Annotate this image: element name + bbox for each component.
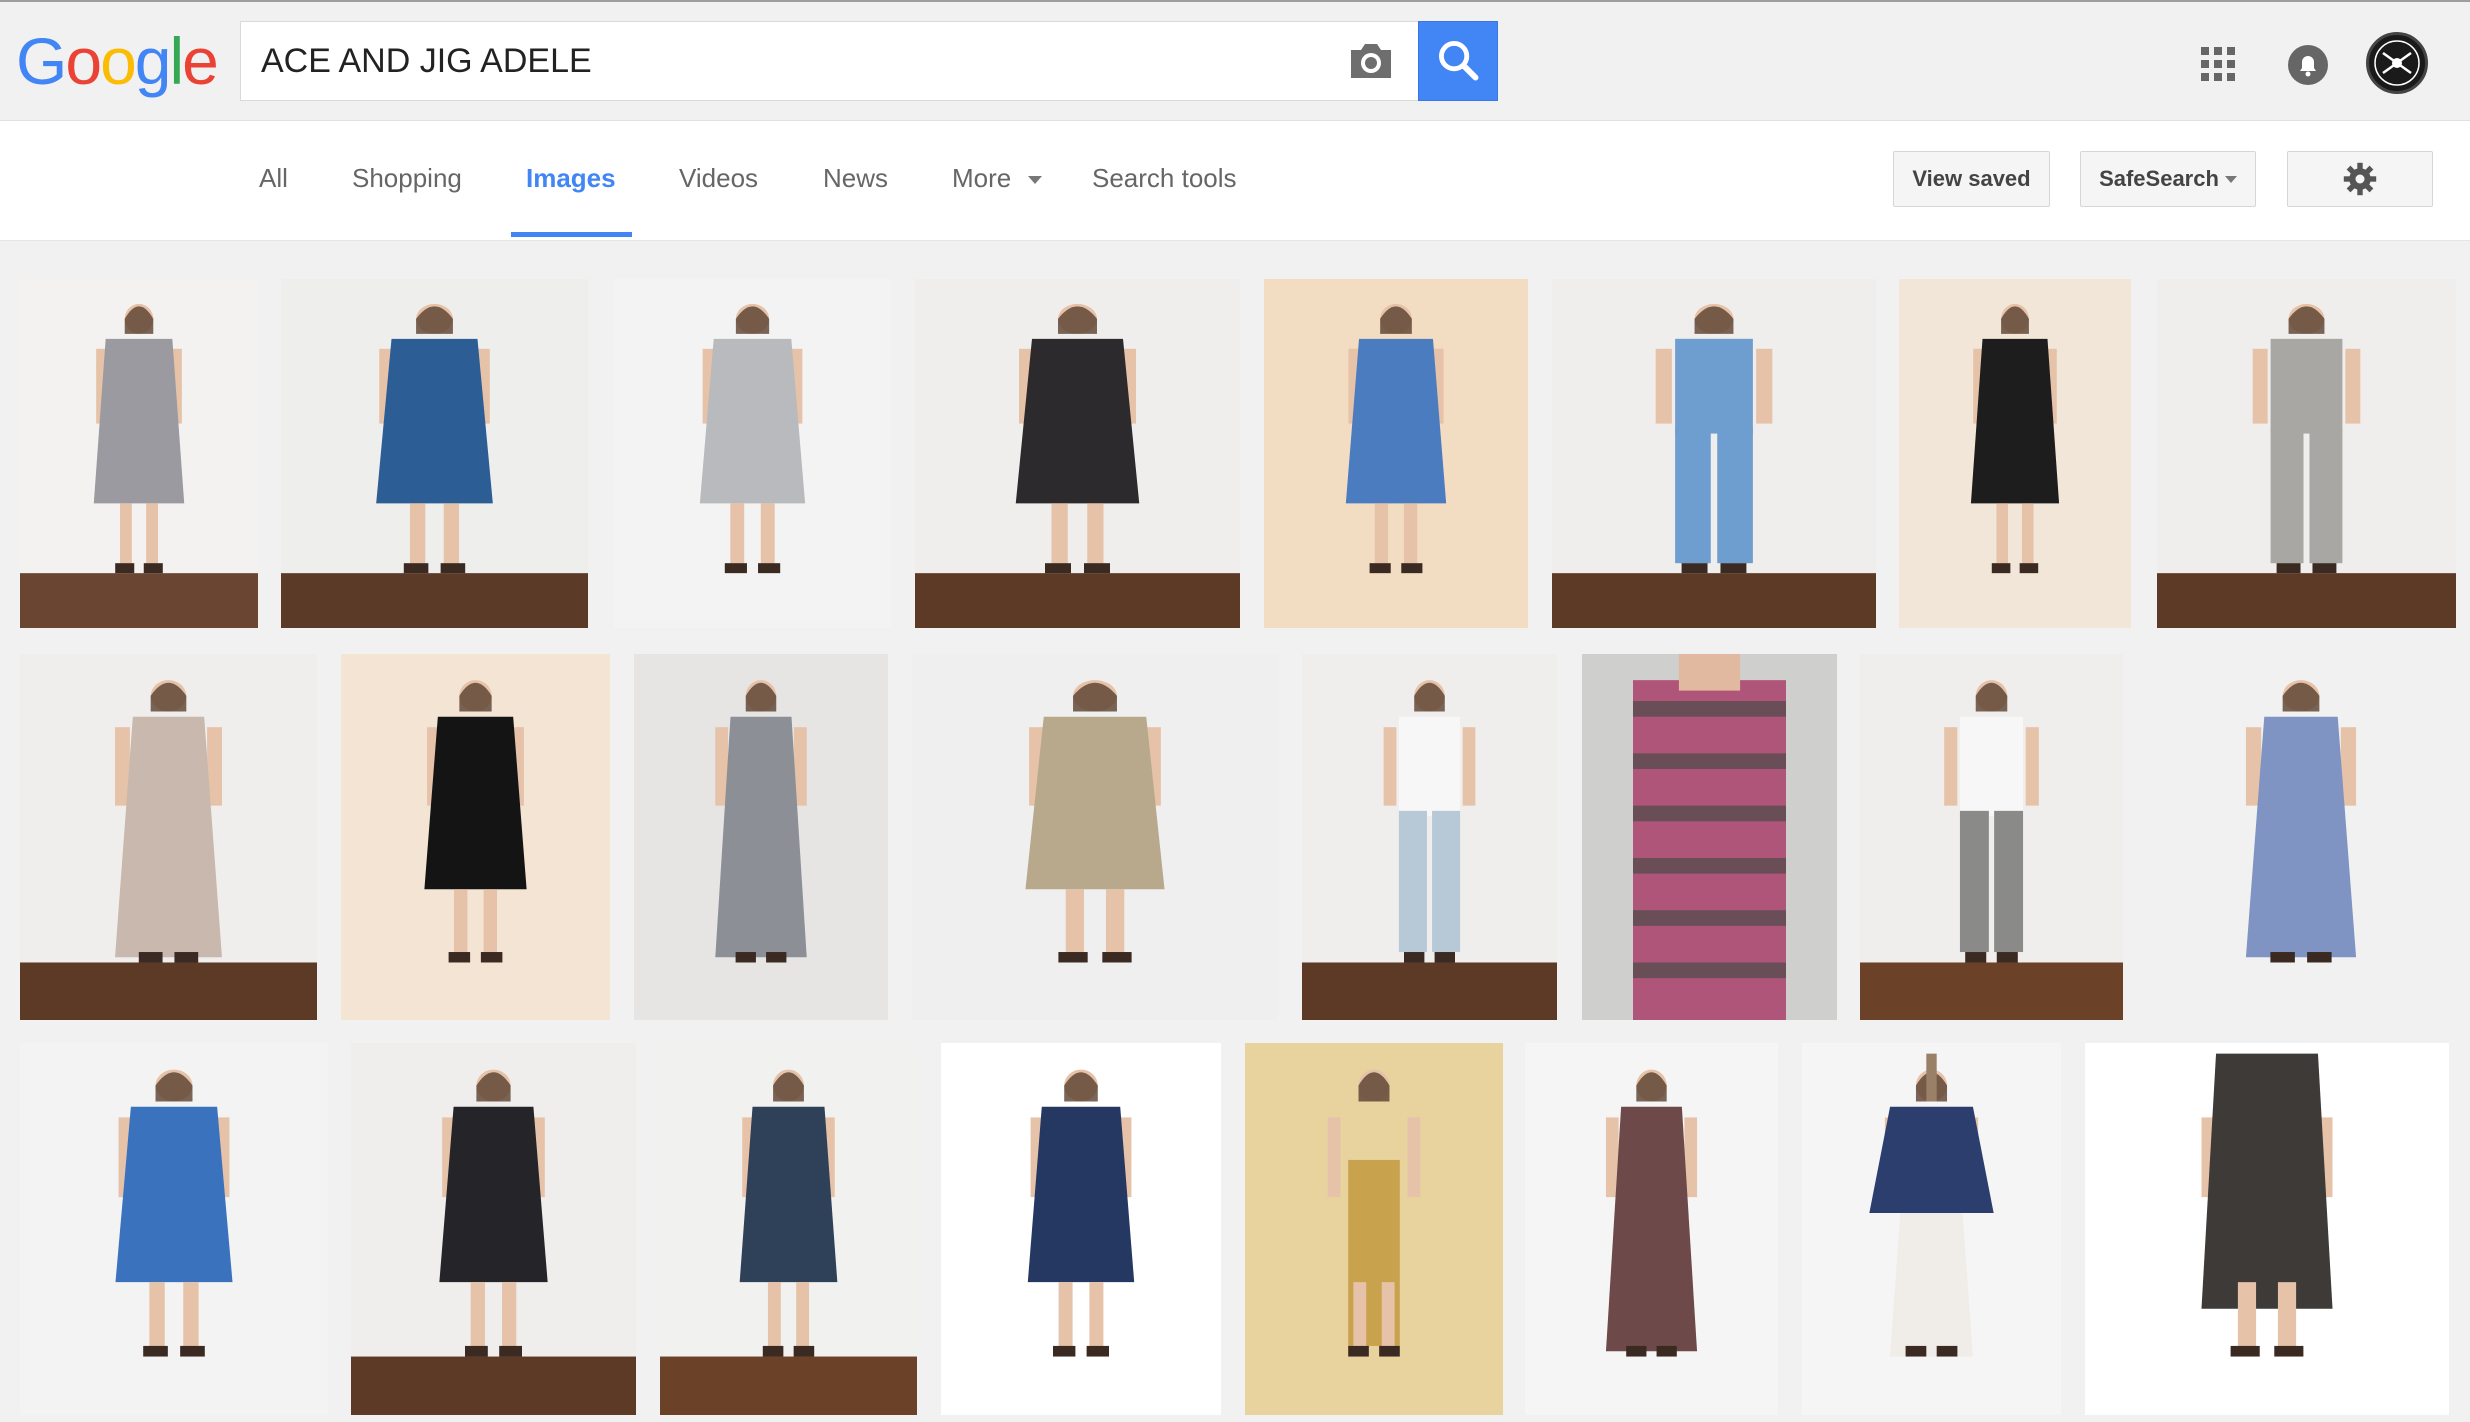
- result-photo: [1552, 279, 1876, 628]
- result-photo: [912, 654, 1278, 1020]
- apps-grid-icon[interactable]: [2200, 46, 2236, 82]
- image-result[interactable]: [1802, 1043, 2061, 1415]
- result-photo: [614, 279, 891, 628]
- image-result[interactable]: [1302, 654, 1557, 1020]
- result-photo: [341, 654, 610, 1020]
- result-photo: [634, 654, 888, 1020]
- image-result[interactable]: [2085, 1043, 2449, 1415]
- image-result[interactable]: [1264, 279, 1528, 628]
- tab-more[interactable]: More: [952, 163, 1043, 194]
- result-photo: [2085, 1043, 2449, 1415]
- image-result[interactable]: [1525, 1043, 1778, 1415]
- bell-icon[interactable]: [2287, 44, 2329, 86]
- result-photo: [941, 1043, 1221, 1415]
- avatar-emblem-icon: [2374, 40, 2420, 86]
- image-result[interactable]: [915, 279, 1240, 628]
- safesearch-button[interactable]: SafeSearch: [2080, 151, 2256, 207]
- avatar[interactable]: [2366, 32, 2428, 94]
- result-photo: [660, 1043, 917, 1415]
- image-result[interactable]: [1245, 1043, 1503, 1415]
- search-input[interactable]: [241, 22, 1321, 100]
- image-result[interactable]: [281, 279, 588, 628]
- image-result[interactable]: [1860, 654, 2123, 1020]
- image-result[interactable]: [20, 654, 317, 1020]
- tab-all[interactable]: All: [259, 163, 288, 194]
- image-result[interactable]: [2157, 279, 2456, 628]
- result-photo: [20, 654, 317, 1020]
- result-photo: [1525, 1043, 1778, 1415]
- result-photo: [1245, 1043, 1503, 1415]
- image-result[interactable]: [341, 654, 610, 1020]
- logo-letter: G: [16, 24, 67, 98]
- tab-shopping[interactable]: Shopping: [352, 163, 462, 194]
- image-result[interactable]: [1552, 279, 1876, 628]
- result-photo: [915, 279, 1240, 628]
- active-tab-indicator: [511, 232, 632, 237]
- image-result[interactable]: [634, 654, 888, 1020]
- result-photo: [351, 1043, 636, 1415]
- logo-letter: g: [134, 24, 172, 98]
- image-result[interactable]: [941, 1043, 1221, 1415]
- tab-images[interactable]: Images: [526, 163, 616, 194]
- image-result[interactable]: [912, 654, 1278, 1020]
- view-saved-button[interactable]: View saved: [1893, 151, 2050, 207]
- chevron-down-icon: [1028, 176, 1043, 185]
- result-photo: [1899, 279, 2131, 628]
- gear-icon: [2343, 162, 2377, 196]
- result-photo: [1302, 654, 1557, 1020]
- chevron-down-icon: [2224, 175, 2237, 183]
- image-result[interactable]: [614, 279, 891, 628]
- logo-letter: l: [169, 24, 185, 98]
- image-results-grid: [0, 241, 2470, 1422]
- settings-button[interactable]: [2287, 151, 2433, 207]
- image-result[interactable]: [20, 279, 258, 628]
- tab-more-label: More: [952, 163, 1012, 193]
- result-photo: [1264, 279, 1528, 628]
- safesearch-label: SafeSearch: [2099, 166, 2219, 191]
- result-photo: [20, 1043, 328, 1415]
- image-result[interactable]: [20, 1043, 328, 1415]
- search-box: [240, 21, 1420, 101]
- image-result[interactable]: [351, 1043, 636, 1415]
- logo-letter: e: [182, 24, 219, 98]
- tab-videos[interactable]: Videos: [679, 163, 758, 194]
- google-logo[interactable]: Google: [16, 28, 219, 94]
- search-button[interactable]: [1418, 21, 1498, 101]
- logo-letter: o: [100, 24, 137, 98]
- top-bar: Google: [0, 0, 2470, 121]
- result-photo: [20, 279, 258, 628]
- search-icon: [1438, 41, 1479, 81]
- search-nav: All Shopping Images Videos News More Sea…: [0, 121, 2470, 241]
- result-photo: [281, 279, 588, 628]
- tab-search-tools[interactable]: Search tools: [1092, 163, 1237, 194]
- logo-letter: o: [65, 24, 102, 98]
- result-photo: [1582, 654, 1837, 1020]
- image-result[interactable]: [1582, 654, 1837, 1020]
- image-result[interactable]: [2148, 654, 2454, 1020]
- camera-icon[interactable]: [1347, 40, 1395, 82]
- result-photo: [2157, 279, 2456, 628]
- result-photo: [1860, 654, 2123, 1020]
- image-result[interactable]: [660, 1043, 917, 1415]
- tab-news[interactable]: News: [823, 163, 888, 194]
- result-photo: [1802, 1043, 2061, 1415]
- result-photo: [2148, 654, 2454, 1020]
- image-result[interactable]: [1899, 279, 2131, 628]
